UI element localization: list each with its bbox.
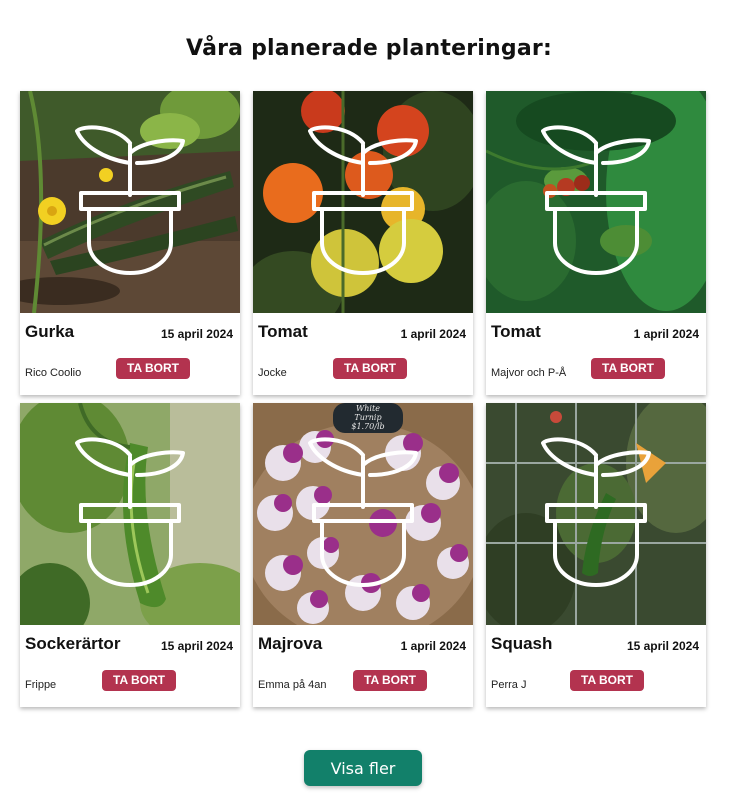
remove-button[interactable]: TA BORT bbox=[102, 670, 176, 691]
remove-button[interactable]: TA BORT bbox=[570, 670, 644, 691]
potted-plant-icon bbox=[308, 125, 418, 275]
potted-plant-icon bbox=[541, 437, 651, 587]
tomato-plant-photo bbox=[486, 91, 706, 313]
page-title: Våra planerade planteringar: bbox=[186, 36, 552, 61]
remove-button[interactable]: TA BORT bbox=[116, 358, 190, 379]
plant-name: Majrova bbox=[258, 634, 323, 653]
remove-button[interactable]: TA BORT bbox=[591, 358, 665, 379]
plant-name: Sockerärtor bbox=[25, 634, 121, 653]
show-more-button[interactable]: Visa fler bbox=[304, 750, 422, 786]
remove-button[interactable]: TA BORT bbox=[333, 358, 407, 379]
turnip-photo: White Turnip $1.70/lb bbox=[253, 403, 473, 625]
plant-name: Tomat bbox=[258, 322, 308, 341]
planting-date: 15 april 2024 bbox=[626, 639, 699, 653]
tomato-photo bbox=[253, 91, 473, 313]
planting-card: Tomat 1 april 2024 Majvor och P-Å TA BOR… bbox=[486, 91, 706, 395]
planting-card: Gurka 15 april 2024 Rico Coolio TA BORT bbox=[20, 91, 240, 395]
cucumber-photo bbox=[20, 91, 240, 313]
planting-date: 1 april 2024 bbox=[633, 327, 699, 341]
planting-card: Tomat 1 april 2024 Jocke TA BORT bbox=[253, 91, 473, 395]
planting-date: 1 april 2024 bbox=[400, 327, 466, 341]
price-sign: White Turnip $1.70/lb bbox=[337, 404, 399, 431]
sign-line: White bbox=[356, 404, 380, 413]
potted-plant-icon bbox=[541, 125, 651, 275]
sign-line: Turnip bbox=[354, 413, 382, 422]
owner-name: Perra J bbox=[491, 679, 527, 691]
sign-line: $1.70/lb bbox=[351, 422, 385, 431]
owner-name: Emma på 4an bbox=[258, 679, 327, 691]
sugar-snap-pea-photo bbox=[20, 403, 240, 625]
owner-name: Jocke bbox=[258, 367, 287, 379]
potted-plant-icon bbox=[75, 437, 185, 587]
potted-plant-icon bbox=[308, 437, 418, 587]
owner-name: Rico Coolio bbox=[25, 367, 82, 379]
potted-plant-icon bbox=[75, 125, 185, 275]
planting-grid: Gurka 15 april 2024 Rico Coolio TA BORT bbox=[20, 91, 706, 707]
plant-name: Gurka bbox=[25, 322, 75, 341]
planting-card: Sockerärtor 15 april 2024 Frippe TA BORT bbox=[20, 403, 240, 707]
planting-card: Squash 15 april 2024 Perra J TA BORT bbox=[486, 403, 706, 707]
owner-name: Majvor och P-Å bbox=[491, 367, 567, 379]
plant-name: Tomat bbox=[491, 322, 541, 341]
planting-date: 15 april 2024 bbox=[160, 639, 233, 653]
squash-photo bbox=[486, 403, 706, 625]
planting-date: 1 april 2024 bbox=[400, 639, 466, 653]
planting-card: White Turnip $1.70/lb Majrova 1 april 20… bbox=[253, 403, 473, 707]
planting-date: 15 april 2024 bbox=[160, 327, 233, 341]
remove-button[interactable]: TA BORT bbox=[353, 670, 427, 691]
plant-name: Squash bbox=[491, 634, 553, 653]
owner-name: Frippe bbox=[25, 679, 57, 691]
